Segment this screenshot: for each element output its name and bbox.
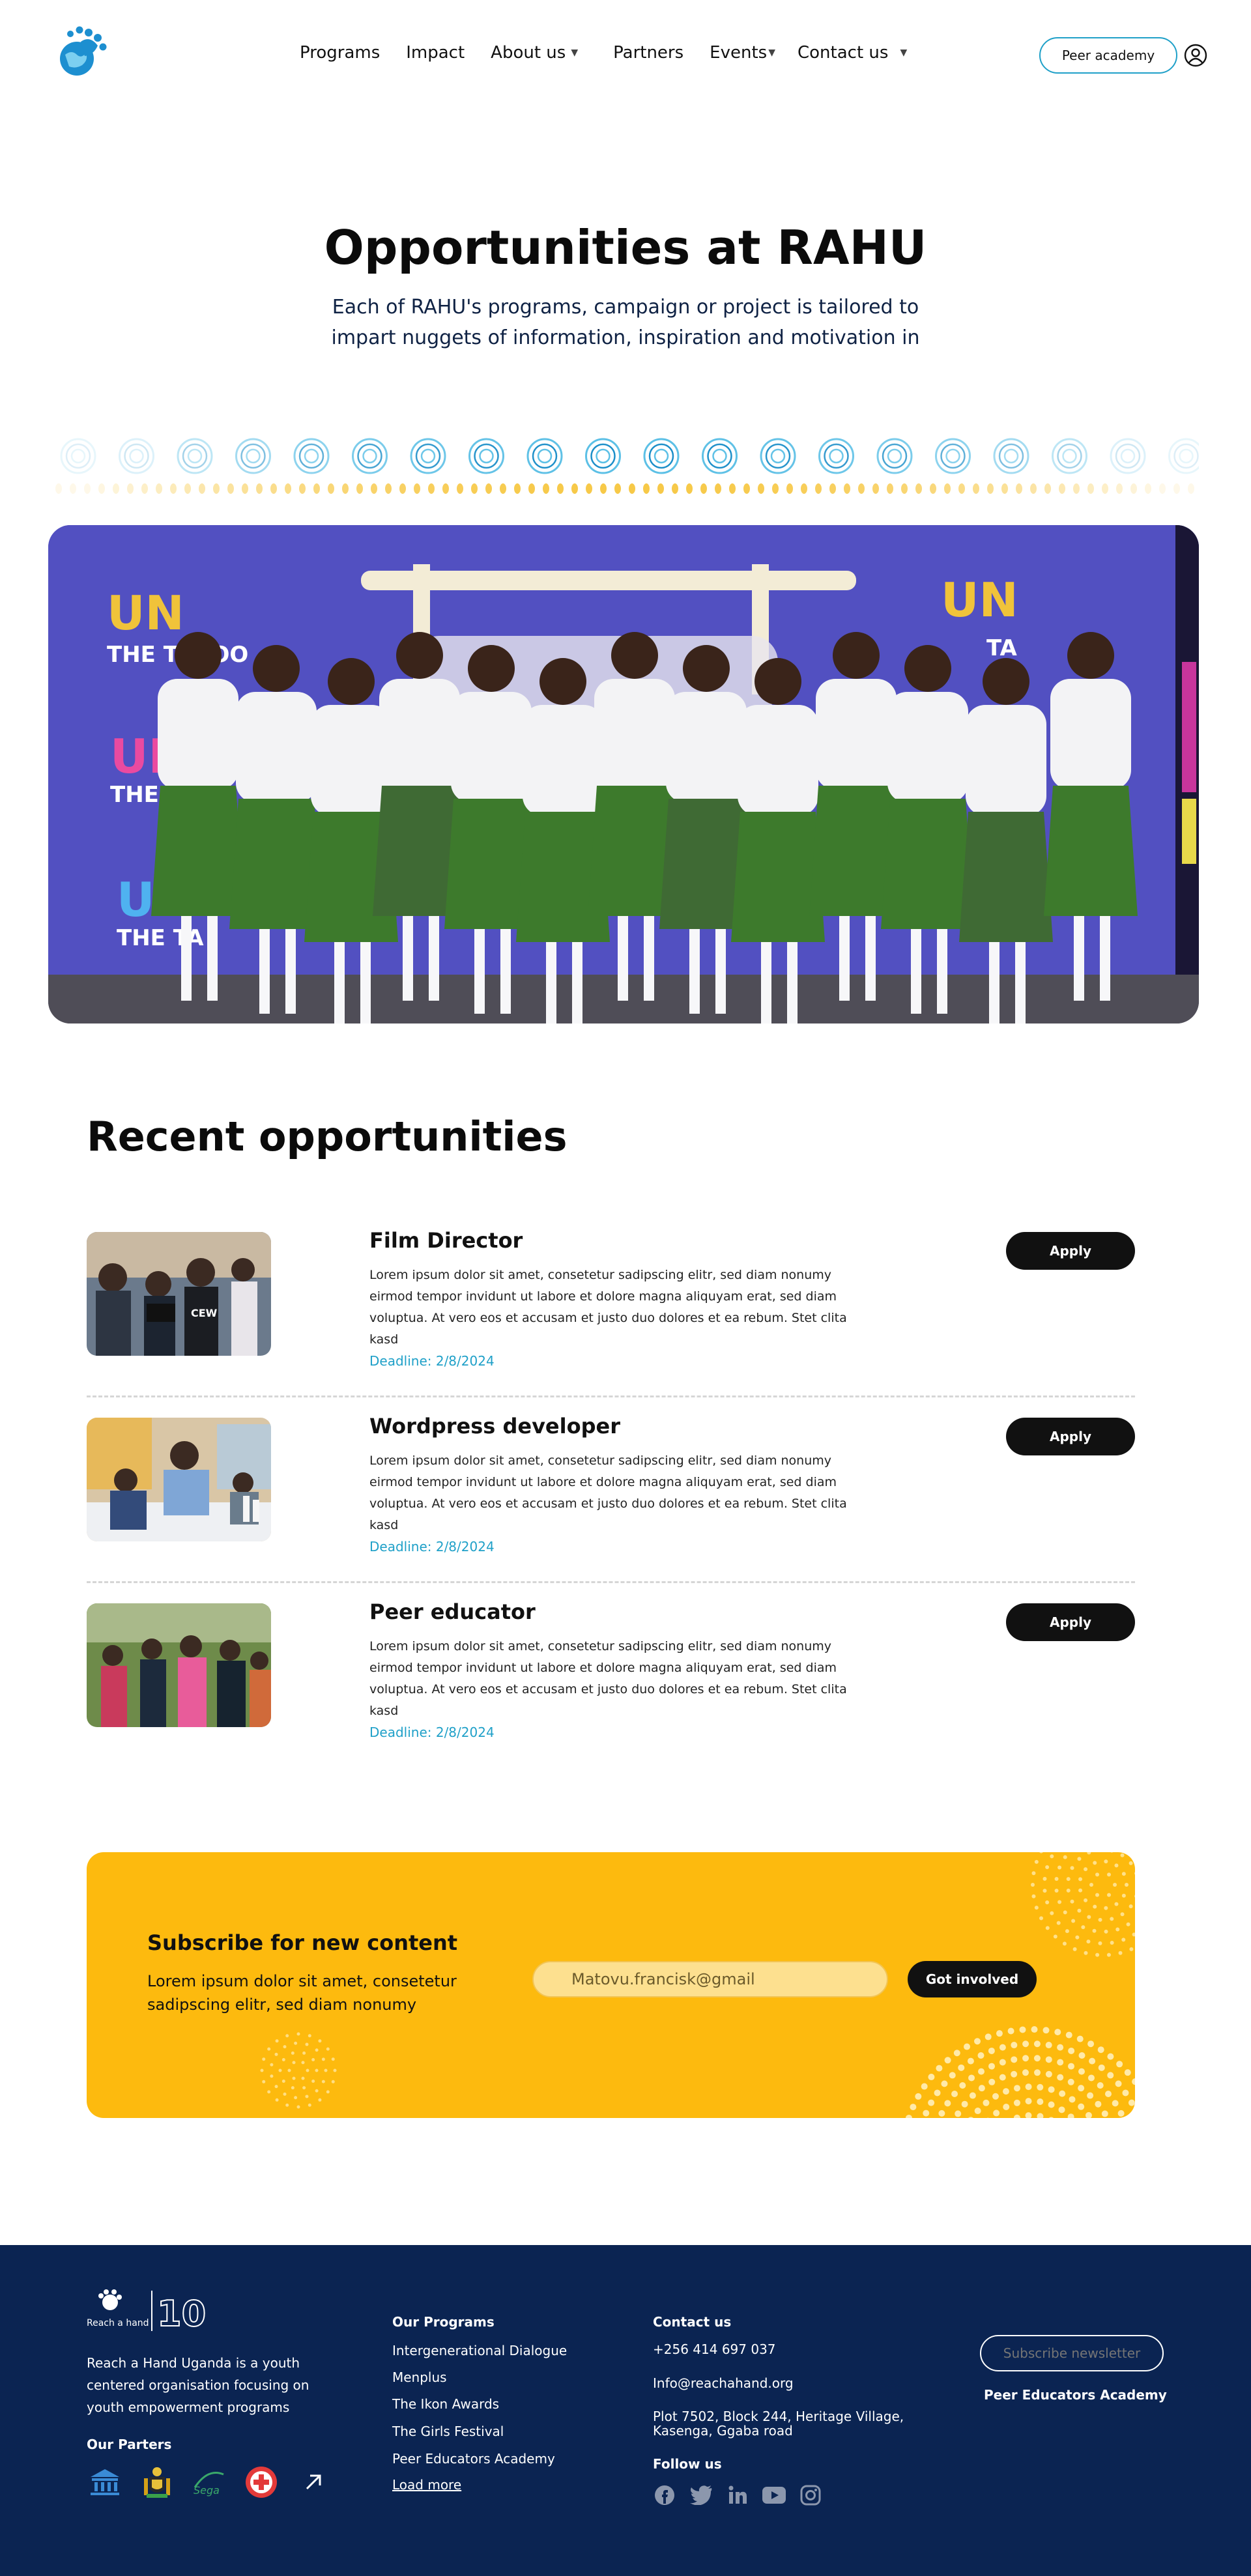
youtube-icon[interactable] [762,2483,786,2507]
reach-a-hand-logo-icon[interactable]: Reach a hand 10 [87,2289,217,2335]
footer-phone[interactable]: +256 414 697 037 [653,2341,776,2357]
facebook-icon[interactable] [653,2483,676,2507]
footer-address-line1: Plot 7502, Block 244, Heritage Village, [653,2409,904,2424]
twitter-icon[interactable] [689,2483,713,2507]
nav-impact-label: Impact [406,43,465,63]
contact-heading: Contact us [653,2314,732,2330]
apply-button[interactable]: Apply [1006,1418,1135,1455]
apply-button[interactable]: Apply [1006,1232,1135,1270]
opportunity-title: Peer educator [369,1599,536,1624]
nav-programs[interactable]: Programs [300,43,380,63]
opportunity-title: Film Director [369,1228,523,1253]
hero-group-photo: UN THE TABOO UN THE TAB UN THE TA UN TA [48,525,1199,1023]
partner-logos: Sega [87,2464,347,2500]
opportunity-card: Wordpress developer Lorem ipsum dolor si… [87,1414,1135,1603]
footer-link-program[interactable]: Peer Educators Academy [392,2451,555,2467]
recent-opportunities-title: Recent opportunities [87,1113,568,1160]
user-circle-icon[interactable] [1183,43,1208,68]
caret-down-icon: ▼ [900,48,908,58]
svg-text:TA: TA [986,635,1018,661]
apply-label: Apply [1049,1614,1091,1630]
svg-text:UN: UN [941,573,1018,627]
subscribe-text: Lorem ipsum dolor sit amet, consetetur s… [147,1972,457,2014]
social-links [653,2483,835,2507]
opportunity-title: Wordpress developer [369,1414,620,1438]
opportunity-description: Lorem ipsum dolor sit amet, consetetur s… [369,1639,847,1718]
footer-link-program[interactable]: The Girls Festival [392,2424,504,2439]
nav-partners[interactable]: Partners [613,43,683,63]
apply-button[interactable]: Apply [1006,1603,1135,1641]
follow-heading: Follow us [653,2456,722,2472]
footer-about-text: Reach a Hand Uganda is a youth centered … [87,2355,309,2415]
red-cross-logo-icon[interactable] [243,2464,280,2500]
nav-events-label: Events [710,43,768,63]
opportunity-deadline: Deadline: 2/8/2024 [369,1724,495,1740]
opportunity-description: Lorem ipsum dolor sit amet, consetetur s… [369,1268,847,1347]
opportunity-card: CEW Film Director Lorem ipsum dolor sit … [87,1228,1135,1418]
uganda-coat-of-arms-icon[interactable] [139,2464,175,2500]
nav-events[interactable]: Events ▼ [710,43,775,63]
peer-academy-label: Peer academy [1061,48,1155,63]
svg-text:CEW: CEW [191,1307,218,1319]
footer-logo-text: Reach a hand [87,2318,149,2328]
caret-down-icon: ▼ [768,48,775,58]
footer-address-line2: Kasenga, Ggaba road [653,2423,793,2439]
arrow-up-right-icon[interactable] [295,2464,332,2500]
opportunity-card: Peer educator Lorem ipsum dolor sit amet… [87,1599,1135,1789]
newsletter-input[interactable] [980,2335,1164,2371]
hero-photo-illustration: UN THE TABOO UN THE TAB UN THE TA UN TA [48,525,1199,1023]
divider [87,1395,1135,1397]
unesco-logo-icon[interactable] [87,2464,123,2500]
opportunity-thumbnail [87,1603,271,1727]
opportunity-deadline: Deadline: 2/8/2024 [369,1539,495,1554]
main-nav: Programs Impact About us ▼ Partners Event… [300,43,933,63]
got-involved-label: Got involved [925,1971,1019,1987]
opportunity-thumbnail [87,1418,271,1541]
opportunity-deadline: Deadline: 2/8/2024 [369,1353,495,1369]
site-footer: Reach a hand 10 Reach a Hand Uganda is a… [0,2245,1251,2576]
subscribe-banner: Subscribe for new content Lorem ipsum do… [87,1852,1135,2118]
site-header: Programs Impact About us ▼ Partners Event… [0,0,1251,111]
caret-down-icon: ▼ [571,48,579,58]
footer-link-program[interactable]: Menplus [392,2369,447,2385]
apply-label: Apply [1049,1429,1091,1444]
sega-logo-icon[interactable]: Sega [191,2464,227,2500]
nav-about-us[interactable]: About us ▼ [491,43,578,63]
rahu-logo-icon[interactable] [51,22,111,82]
nav-partners-label: Partners [613,43,684,63]
linkedin-icon[interactable] [726,2483,749,2507]
apply-label: Apply [1049,1243,1091,1259]
svg-text:UN: UN [107,586,184,640]
nav-about-label: About us [491,43,566,63]
instagram-icon[interactable] [799,2483,822,2507]
partners-heading: Our Parters [87,2437,172,2452]
subscribe-email-input[interactable] [532,1961,888,1997]
page-title: Opportunities at RAHU [324,220,927,275]
decorative-circle-pattern [55,438,1199,494]
page-subtitle: Each of RAHU's programs, campaign or pro… [331,296,920,349]
nav-impact[interactable]: Impact [406,43,465,63]
opportunity-description: Lorem ipsum dolor sit amet, consetetur s… [369,1453,847,1532]
peer-educators-academy-link[interactable]: Peer Educators Academy [984,2387,1167,2403]
nav-contact-label: Contact us [797,43,889,63]
got-involved-button[interactable]: Got involved [908,1961,1037,1997]
footer-link-program[interactable]: The Ikon Awards [392,2396,499,2412]
subscribe-title: Subscribe for new content [147,1930,458,1955]
opportunity-thumbnail: CEW [87,1232,271,1356]
nav-contact-us[interactable]: Contact us ▼ [798,43,907,63]
footer-logo-badge: 10 [157,2293,206,2334]
programs-heading: Our Programs [392,2314,495,2330]
footer-email[interactable]: Info@reachahand.org [653,2375,794,2391]
footer-address: Plot 7502, Block 244, Heritage Village, … [653,2409,904,2438]
nav-programs-label: Programs [300,43,381,63]
svg-text:Sega: Sega [194,2484,220,2497]
load-more-link[interactable]: Load more [392,2477,461,2493]
divider [87,1581,1135,1583]
footer-link-program[interactable]: Intergenerational Dialogue [392,2343,567,2358]
peer-academy-button[interactable]: Peer academy [1039,37,1177,74]
